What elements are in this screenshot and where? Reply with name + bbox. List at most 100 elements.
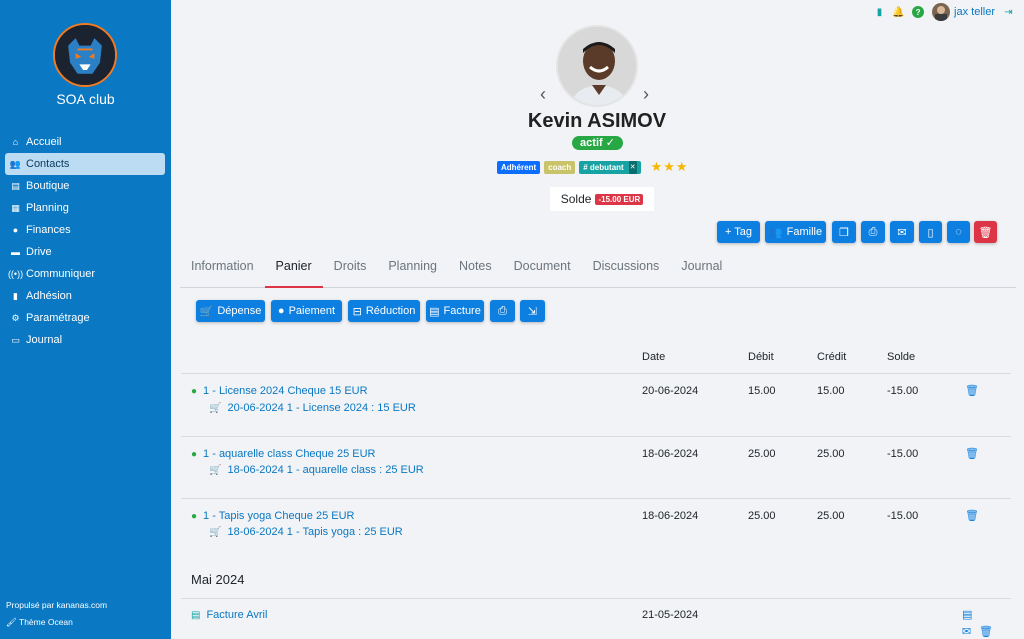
- sidebar-item-label: Drive: [26, 246, 52, 258]
- divider: [181, 598, 1011, 599]
- sidebar: SOA club ⌂ Accueil 👥 Contacts ▤ Boutique…: [0, 0, 171, 639]
- tab-droits[interactable]: Droits: [323, 254, 378, 288]
- sidebar-item-label: Adhésion: [26, 290, 72, 302]
- broadcast-icon: ((•)): [7, 269, 24, 279]
- copy-button[interactable]: ❐: [832, 221, 856, 243]
- sidebar-item-label: Finances: [26, 224, 71, 236]
- mobile-icon: ▯: [927, 226, 934, 239]
- user-menu[interactable]: jax teller: [932, 3, 995, 21]
- row-debit: 15.00: [748, 385, 776, 397]
- cart-icon: 🛒: [209, 402, 222, 414]
- contact-tabs: Information Panier Droits Planning Notes…: [180, 254, 1016, 288]
- balance-label: Solde: [560, 192, 592, 206]
- tag-coach[interactable]: coach: [544, 160, 576, 174]
- tab-notes[interactable]: Notes: [448, 254, 503, 288]
- expense-button[interactable]: 🛒 Dépense: [196, 300, 265, 322]
- column-header-credit: Crédit: [817, 351, 847, 363]
- sms-button[interactable]: ▯: [919, 221, 942, 243]
- store-icon: ▤: [11, 180, 20, 191]
- table-row-title[interactable]: ● 1 - License 2024 Cheque 15 EUR: [191, 385, 368, 397]
- sidebar-item-adhesion[interactable]: ▮ Adhésion: [5, 285, 165, 307]
- month-section-title: Mai 2024: [191, 572, 245, 587]
- paintbrush-icon: 🖌: [6, 617, 17, 627]
- table-row-title[interactable]: ● 1 - Tapis yoga Cheque 25 EUR: [191, 510, 355, 522]
- table-row-detail[interactable]: 🛒 18-06-2024 1 - Tapis yoga : 25 EUR: [209, 526, 403, 538]
- tab-journal[interactable]: Journal: [670, 254, 733, 288]
- trash-icon[interactable]: 🗑: [979, 625, 993, 638]
- row-debit: 25.00: [748, 448, 776, 460]
- sidebar-item-boutique[interactable]: ▤ Boutique: [5, 175, 165, 197]
- sidebar-item-label: Communiquer: [26, 268, 96, 280]
- trash-icon[interactable]: 🗑: [965, 384, 979, 397]
- piggy-bank-icon: ●: [191, 385, 198, 397]
- family-button[interactable]: 👥 Famille: [765, 221, 826, 243]
- table-row-detail[interactable]: 🛒 18-06-2024 1 - aquarelle class : 25 EU…: [209, 464, 424, 476]
- invoice-row-title[interactable]: ▤ Facture Avril: [191, 609, 267, 621]
- invoice-button[interactable]: ▤ Facture: [426, 300, 484, 322]
- tab-planning[interactable]: Planning: [377, 254, 448, 288]
- row-debit: 25.00: [748, 510, 776, 522]
- tab-panier[interactable]: Panier: [264, 254, 323, 288]
- envelope-icon[interactable]: ✉: [962, 625, 971, 638]
- user-name: jax teller: [954, 6, 995, 18]
- copy-icon: ❐: [839, 226, 849, 239]
- print-button[interactable]: ⎙: [861, 221, 885, 243]
- contact-name: Kevin ASIMOV: [527, 110, 667, 132]
- sidebar-item-finances[interactable]: ● Finances: [5, 219, 165, 241]
- club-logo[interactable]: [53, 23, 117, 87]
- print-icon: ⎙: [498, 304, 507, 317]
- table-row-detail[interactable]: 🛒 20-06-2024 1 - License 2024 : 15 EUR: [209, 402, 416, 414]
- email-button[interactable]: ✉: [890, 221, 914, 243]
- sidebar-item-drive[interactable]: ▬ Drive: [5, 241, 165, 263]
- logout-icon[interactable]: ⇥: [1003, 7, 1014, 18]
- whatsapp-button[interactable]: ◌: [947, 221, 970, 243]
- theme-link[interactable]: 🖌 Thème Ocean: [6, 614, 107, 631]
- sidebar-footer: Propulsé par kananas.com 🖌 Thème Ocean: [6, 597, 107, 631]
- club-name: SOA club: [56, 91, 115, 107]
- cart-icon: 🛒: [209, 526, 222, 538]
- sidebar-item-contacts[interactable]: 👥 Contacts: [5, 153, 165, 175]
- tag-adherent[interactable]: Adhérent: [497, 160, 541, 174]
- add-tag-button[interactable]: + Tag: [717, 221, 760, 243]
- previous-contact-arrow[interactable]: ‹: [540, 84, 546, 105]
- tag-debutant[interactable]: # debutant ✕: [579, 160, 641, 174]
- users-icon: 👥: [768, 226, 783, 239]
- sidebar-item-journal[interactable]: ▭ Journal: [5, 329, 165, 351]
- sidebar-item-communiquer[interactable]: ((•)) Communiquer: [5, 263, 165, 285]
- sidebar-item-planning[interactable]: ▦ Planning: [5, 197, 165, 219]
- rating-stars[interactable]: ★★★: [651, 159, 689, 175]
- sidebar-item-label: Planning: [26, 202, 69, 214]
- row-credit: 15.00: [817, 385, 845, 397]
- file-invoice-icon: ▤: [429, 305, 440, 318]
- column-header-debit: Débit: [748, 351, 774, 363]
- delete-contact-button[interactable]: 🗑: [974, 221, 997, 243]
- tab-document[interactable]: Document: [503, 254, 582, 288]
- payment-button[interactable]: ● Paiement: [271, 300, 342, 322]
- user-avatar: [932, 3, 951, 21]
- trash-icon[interactable]: 🗑: [965, 447, 979, 460]
- tab-discussions[interactable]: Discussions: [582, 254, 671, 288]
- discount-button[interactable]: ⊟ Réduction: [348, 300, 420, 322]
- print-cart-button[interactable]: ⎙: [490, 300, 515, 322]
- topbar: ▮ 🔔 ? jax teller ⇥: [874, 3, 1014, 21]
- sidebar-item-accueil[interactable]: ⌂ Accueil: [5, 131, 165, 153]
- contact-avatar[interactable]: [556, 25, 638, 107]
- piggy-bank-icon: ●: [191, 448, 198, 460]
- tab-information[interactable]: Information: [180, 254, 265, 288]
- file-download-icon[interactable]: ▤: [962, 608, 972, 621]
- bookmark-icon[interactable]: ▮: [874, 7, 885, 18]
- table-row-title[interactable]: ● 1 - aquarelle class Cheque 25 EUR: [191, 448, 375, 460]
- row-date: 20-06-2024: [642, 385, 699, 397]
- sidebar-item-label: Paramétrage: [26, 312, 90, 324]
- export-button[interactable]: ⇲: [520, 300, 545, 322]
- balance-value: -15.00 EUR: [595, 193, 644, 205]
- sidebar-item-label: Contacts: [26, 158, 70, 170]
- next-contact-arrow[interactable]: ›: [643, 84, 649, 105]
- row-date: 18-06-2024: [642, 510, 699, 522]
- remove-tag-icon[interactable]: ✕: [628, 160, 637, 174]
- bell-icon[interactable]: 🔔: [892, 7, 904, 18]
- help-icon[interactable]: ?: [912, 6, 925, 18]
- divider: [181, 498, 1011, 499]
- sidebar-item-parametrage[interactable]: ⚙ Paramétrage: [5, 307, 165, 329]
- trash-icon[interactable]: 🗑: [965, 509, 979, 522]
